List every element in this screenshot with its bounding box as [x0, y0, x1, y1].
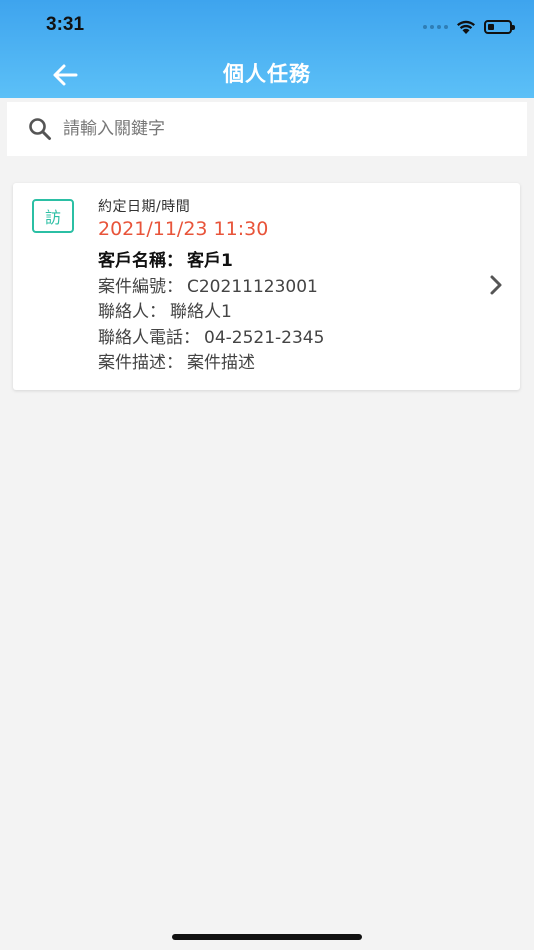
battery-icon	[484, 20, 515, 34]
status-time: 3:31	[46, 14, 85, 35]
wifi-icon	[457, 20, 475, 34]
case-description-value: 案件描述	[187, 353, 255, 373]
contact-value: 聯絡人1	[170, 302, 232, 322]
contact-phone-label: 聯絡人電話：	[98, 327, 200, 348]
contact-phone-row: 聯絡人電話： 04-2521-2345	[98, 326, 324, 352]
search-bar	[7, 102, 527, 156]
task-details: 約定日期/時間 2021/11/23 11:30 客戶名稱： 客戶1 案件編號： C…	[98, 197, 324, 377]
signal-icon	[423, 25, 448, 29]
customer-name-label: 客戶名稱：	[98, 251, 183, 271]
case-description-label: 案件描述：	[98, 353, 183, 373]
contact-phone-value: 04-2521-2345	[204, 327, 325, 348]
appointment-label: 約定日期/時間	[98, 199, 191, 215]
search-input[interactable]	[61, 118, 505, 140]
task-card[interactable]: 訪 約定日期/時間 2021/11/23 11:30 客戶名稱： 客戶1 案件編號…	[13, 183, 520, 390]
case-description-row: 案件描述： 案件描述	[98, 351, 324, 377]
home-indicator[interactable]	[172, 934, 362, 940]
case-number-row: 案件編號： C20211123001	[98, 275, 324, 301]
customer-name-row: 客戶名稱： 客戶1	[98, 249, 324, 275]
contact-label: 聯絡人：	[98, 302, 166, 322]
visit-badge: 訪	[32, 199, 74, 233]
search-icon	[29, 118, 51, 140]
page-title: 個人任務	[223, 62, 311, 86]
appointment-datetime: 2021/11/23 11:30	[98, 218, 269, 240]
customer-name-value: 客戶1	[187, 251, 233, 271]
contact-row: 聯絡人： 聯絡人1	[98, 300, 324, 326]
status-icons	[423, 16, 515, 38]
app-header: 3:31 個人任務	[0, 0, 534, 98]
case-number-value: C20211123001	[187, 276, 318, 297]
chevron-right-icon	[490, 275, 502, 295]
case-number-label: 案件編號：	[98, 276, 183, 297]
